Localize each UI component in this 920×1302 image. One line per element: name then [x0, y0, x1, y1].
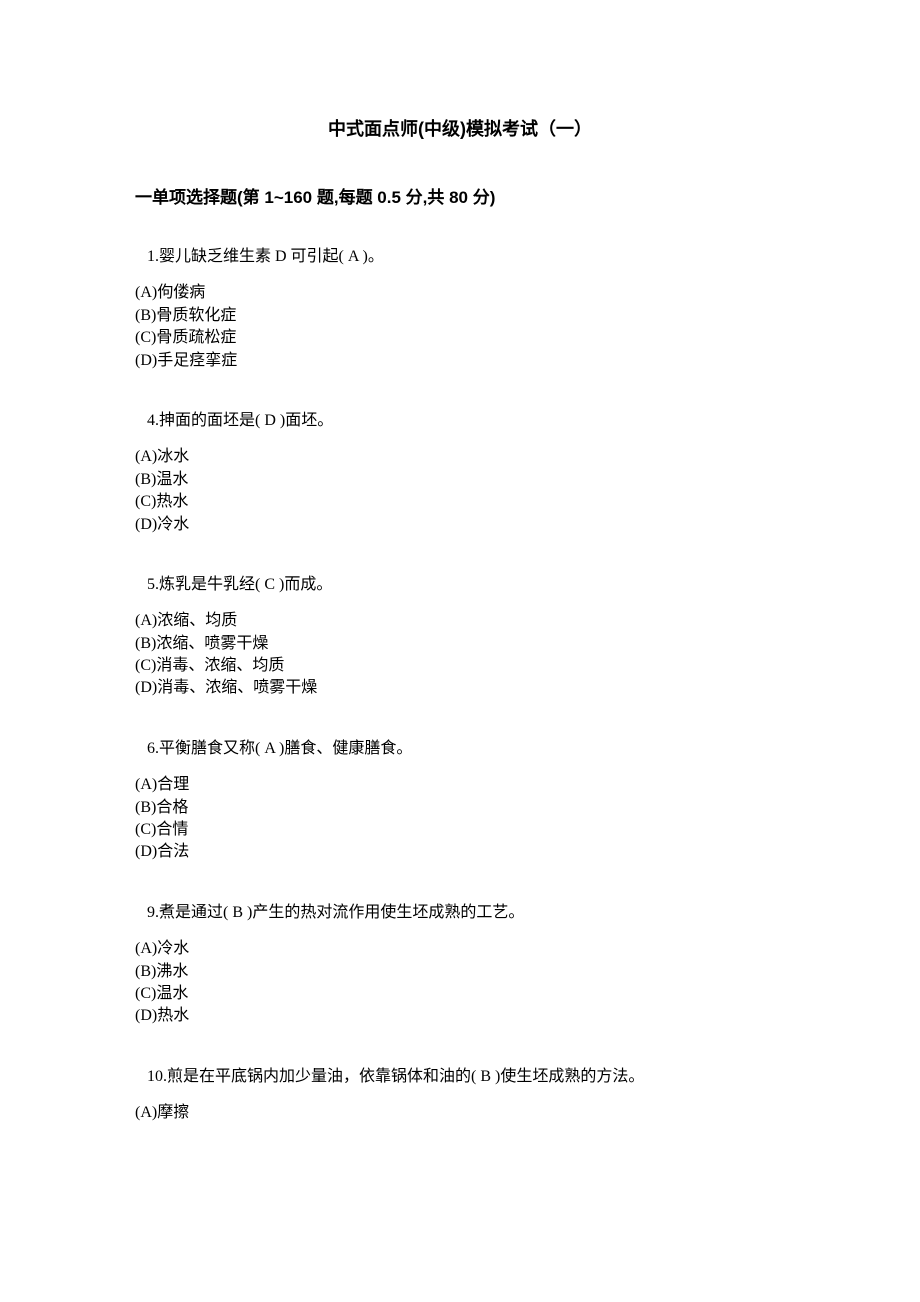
question-block: 1.婴儿缺乏维生素 D 可引起( A )。 (A)佝偻病 (B)骨质软化症 (C… [135, 246, 785, 372]
question-text: 9.煮是通过( B )产生的热对流作用使生坯成熟的工艺。 [135, 902, 785, 924]
option-a: (A)浓缩、均质 [135, 610, 785, 632]
option-c: (C)温水 [135, 983, 785, 1005]
question-block: 6.平衡膳食又称( A )膳食、健康膳食。 (A)合理 (B)合格 (C)合情 … [135, 738, 785, 864]
question-block: 9.煮是通过( B )产生的热对流作用使生坯成熟的工艺。 (A)冷水 (B)沸水… [135, 902, 785, 1028]
question-options: (A)冷水 (B)沸水 (C)温水 (D)热水 [135, 938, 785, 1028]
option-c: (C)热水 [135, 491, 785, 513]
question-block: 5.炼乳是牛乳经( C )而成。 (A)浓缩、均质 (B)浓缩、喷雾干燥 (C)… [135, 574, 785, 700]
question-options: (A)摩擦 [135, 1102, 785, 1124]
section-heading: 一单项选择题(第 1~160 题,每题 0.5 分,共 80 分) [135, 183, 785, 208]
option-d: (D)消毒、浓缩、喷雾干燥 [135, 677, 785, 699]
question-text: 1.婴儿缺乏维生素 D 可引起( A )。 [135, 246, 785, 268]
option-b: (B)浓缩、喷雾干燥 [135, 633, 785, 655]
question-options: (A)浓缩、均质 (B)浓缩、喷雾干燥 (C)消毒、浓缩、均质 (D)消毒、浓缩… [135, 610, 785, 700]
option-d: (D)合法 [135, 841, 785, 863]
option-a: (A)冷水 [135, 938, 785, 960]
question-text: 4.抻面的面坯是( D )面坯。 [135, 410, 785, 432]
option-b: (B)合格 [135, 797, 785, 819]
option-a: (A)摩擦 [135, 1102, 785, 1124]
question-options: (A)冰水 (B)温水 (C)热水 (D)冷水 [135, 446, 785, 536]
document-page: 中式面点师(中级)模拟考试（一） 一单项选择题(第 1~160 题,每题 0.5… [0, 0, 920, 1185]
option-b: (B)骨质软化症 [135, 305, 785, 327]
option-a: (A)佝偻病 [135, 282, 785, 304]
option-d: (D)手足痉挛症 [135, 350, 785, 372]
option-a: (A)合理 [135, 774, 785, 796]
option-d: (D)冷水 [135, 514, 785, 536]
option-b: (B)沸水 [135, 961, 785, 983]
question-text: 10.煎是在平底锅内加少量油，依靠锅体和油的( B )使生坯成熟的方法。 [135, 1066, 785, 1088]
question-options: (A)合理 (B)合格 (C)合情 (D)合法 [135, 774, 785, 864]
option-d: (D)热水 [135, 1005, 785, 1027]
question-text: 5.炼乳是牛乳经( C )而成。 [135, 574, 785, 596]
question-options: (A)佝偻病 (B)骨质软化症 (C)骨质疏松症 (D)手足痉挛症 [135, 282, 785, 372]
option-a: (A)冰水 [135, 446, 785, 468]
option-c: (C)合情 [135, 819, 785, 841]
page-title: 中式面点师(中级)模拟考试（一） [135, 115, 785, 141]
question-block: 10.煎是在平底锅内加少量油，依靠锅体和油的( B )使生坯成熟的方法。 (A)… [135, 1066, 785, 1125]
option-c: (C)消毒、浓缩、均质 [135, 655, 785, 677]
question-text: 6.平衡膳食又称( A )膳食、健康膳食。 [135, 738, 785, 760]
option-b: (B)温水 [135, 469, 785, 491]
question-block: 4.抻面的面坯是( D )面坯。 (A)冰水 (B)温水 (C)热水 (D)冷水 [135, 410, 785, 536]
option-c: (C)骨质疏松症 [135, 327, 785, 349]
